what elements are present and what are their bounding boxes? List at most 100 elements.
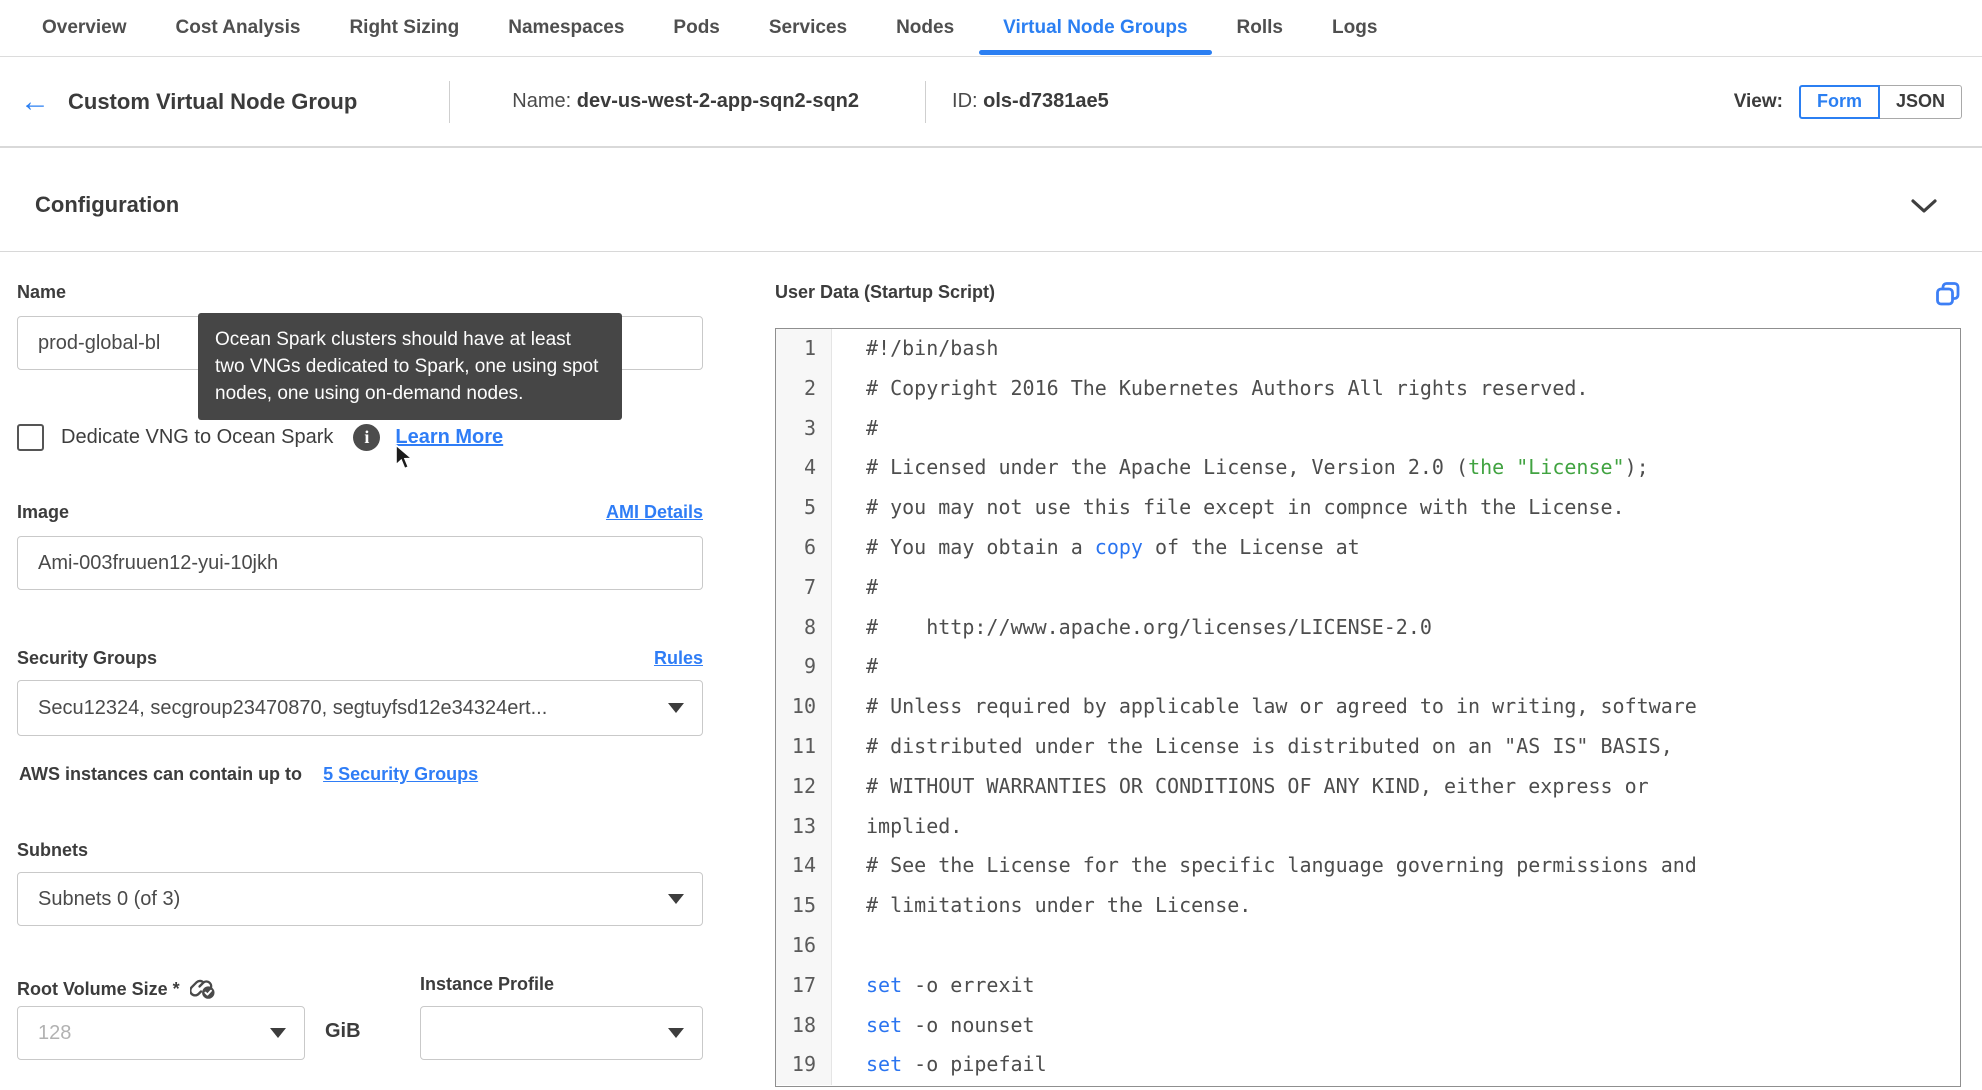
configuration-title: Configuration [35, 192, 180, 217]
tab-cost-analysis[interactable]: Cost Analysis [176, 17, 301, 39]
image-input-value: Ami-003fruuen12-yui-10jkh [38, 551, 279, 574]
code-line: 18 set -o nounset [776, 1005, 1960, 1046]
code-line: 7 # [776, 567, 1960, 608]
root-volume-label-row: Root Volume Size * [17, 974, 216, 1005]
code-line: 10 # Unless required by applicable law or… [776, 687, 1960, 727]
line-number: 4 [776, 448, 832, 489]
code-line: 16 [776, 925, 1960, 966]
vng-name-value: dev-us-west-2-app-sqn2-sqn2 [576, 90, 860, 112]
line-number: 18 [776, 1005, 832, 1046]
security-groups-dropdown[interactable]: Secu12324, secgroup23470870, segtuyfsd12… [17, 680, 703, 736]
five-security-groups-link[interactable]: 5 Security Groups [323, 764, 478, 784]
view-form-button[interactable]: Form [1798, 84, 1880, 119]
code-text: # http://www.apache.org/licenses/LICENSE… [866, 614, 1432, 639]
code-line: 15 # limitations under the License. [776, 886, 1960, 926]
tab-right-sizing[interactable]: Right Sizing [349, 17, 459, 39]
code-text: # [866, 574, 879, 599]
code-line: 11 # distributed under the License is dis… [776, 726, 1960, 767]
user-data-editor[interactable]: 1 #!/bin/bash 2 # Copyright 2016 The Kubern… [775, 328, 1961, 1087]
tab-virtual-node-groups[interactable]: Virtual Node Groups [979, 17, 1213, 55]
code-line: 9 # [776, 647, 1960, 688]
line-number: 5 [776, 488, 832, 528]
subnets-value: Subnets 0 (of 3) [38, 887, 181, 910]
code-line: 14 # See the License for the specific lan… [776, 846, 1960, 887]
code-line: 17 set -o errexit [776, 965, 1960, 1006]
code-line: 12 # WITHOUT WARRANTIES OR CONDITIONS OF … [776, 766, 1960, 807]
code-line: 2 # Copyright 2016 The Kubernetes Authors… [776, 368, 1960, 409]
code-line: 1 #!/bin/bash [776, 329, 1960, 369]
security-groups-label: Security Groups [17, 648, 158, 668]
name-input-value: prod-global-bl [38, 331, 161, 354]
code-line: 4 # Licensed under the Apache License, Ve… [776, 448, 1960, 489]
vng-id-meta: ID: ols-d7381ae5 [952, 90, 1109, 113]
link-check-icon[interactable] [188, 974, 216, 1005]
tab-pods[interactable]: Pods [673, 17, 719, 39]
code-text: # Copyright 2016 The Kubernetes Authors … [866, 375, 1589, 400]
code-text: #!/bin/bash [866, 336, 999, 360]
security-groups-note-text: AWS instances can contain up to [19, 764, 303, 784]
dedicate-vng-checkbox[interactable] [17, 424, 44, 451]
top-tab-bar: Overview Cost Analysis Right Sizing Name… [0, 0, 1982, 57]
line-number: 10 [776, 687, 832, 727]
code-text: set -o errexit [866, 972, 1035, 997]
code-text: set -o pipefail [866, 1052, 1047, 1077]
dedicate-vng-label: Dedicate VNG to Ocean Spark [61, 426, 334, 448]
code-text: # [866, 654, 879, 679]
root-volume-label: Root Volume Size * [17, 979, 180, 999]
code-text: # WITHOUT WARRANTIES OR CONDITIONS OF AN… [866, 773, 1649, 798]
tab-logs[interactable]: Logs [1332, 17, 1377, 39]
image-label-row: Image AMI Details [17, 502, 703, 523]
line-number: 12 [776, 766, 832, 807]
view-label: View: [1733, 90, 1783, 112]
line-number: 6 [776, 527, 832, 568]
security-groups-value: Secu12324, secgroup23470870, segtuyfsd12… [38, 696, 548, 719]
ocean-spark-tooltip: Ocean Spark clusters should have at leas… [198, 313, 622, 420]
tab-nodes[interactable]: Nodes [896, 17, 954, 39]
configuration-section-header: Configuration [0, 148, 1982, 252]
tab-overview[interactable]: Overview [42, 17, 127, 39]
dedicate-vng-row: Dedicate VNG to Ocean Spark i Learn More [17, 424, 503, 451]
name-label-row: Name [17, 282, 703, 303]
code-line: 19 set -o pipefail [776, 1045, 1960, 1086]
code-line: 13 implied. [776, 806, 1960, 847]
info-icon[interactable]: i [353, 424, 381, 451]
back-arrow-icon[interactable]: ← [20, 86, 50, 117]
tab-namespaces[interactable]: Namespaces [508, 17, 624, 39]
caret-down-icon [668, 1028, 684, 1038]
code-text: # See the License for the specific langu… [866, 853, 1697, 878]
tab-services[interactable]: Services [769, 17, 847, 39]
code-text: # Unless required by applicable law or a… [866, 694, 1697, 719]
code-text: # you may not use this file except in co… [866, 495, 1625, 520]
code-line: 8 # http://www.apache.org/licenses/LICENS… [776, 607, 1960, 648]
line-number: 13 [776, 806, 832, 847]
line-number: 8 [776, 607, 832, 648]
copy-icon[interactable] [1934, 280, 1962, 313]
code-line: 3 # [776, 408, 1960, 449]
line-number: 19 [776, 1045, 832, 1086]
line-number: 1 [776, 329, 832, 369]
view-json-button[interactable]: JSON [1879, 84, 1962, 119]
line-number: 11 [776, 726, 832, 767]
image-input[interactable]: Ami-003fruuen12-yui-10jkh [17, 536, 703, 590]
code-line: 5 # you may not use this file except in c… [776, 488, 1960, 528]
ami-details-link[interactable]: AMI Details [606, 502, 703, 523]
chevron-down-icon[interactable] [1910, 198, 1938, 219]
view-segmented-control: Form JSON [1798, 84, 1962, 119]
user-data-editor-body[interactable]: 1 #!/bin/bash 2 # Copyright 2016 The Kubern… [776, 329, 1960, 1086]
subnets-dropdown[interactable]: Subnets 0 (of 3) [17, 872, 703, 926]
line-number: 2 [776, 368, 832, 409]
line-number: 3 [776, 408, 832, 449]
security-groups-note: AWS instances can contain up to 5 Securi… [19, 764, 478, 785]
vng-name-meta: Name: dev-us-west-2-app-sqn2-sqn2 [512, 90, 859, 113]
user-data-label: User Data (Startup Script) [775, 282, 996, 302]
code-text: implied. [866, 813, 963, 838]
page-title: Custom Virtual Node Group [68, 88, 358, 114]
tab-rolls[interactable]: Rolls [1237, 17, 1283, 39]
instance-profile-dropdown[interactable] [420, 1006, 703, 1060]
caret-down-icon [668, 703, 684, 713]
line-number: 9 [776, 647, 832, 688]
rules-link[interactable]: Rules [654, 648, 703, 669]
root-volume-size-dropdown[interactable]: 128 [17, 1006, 305, 1060]
line-number: 7 [776, 567, 832, 608]
